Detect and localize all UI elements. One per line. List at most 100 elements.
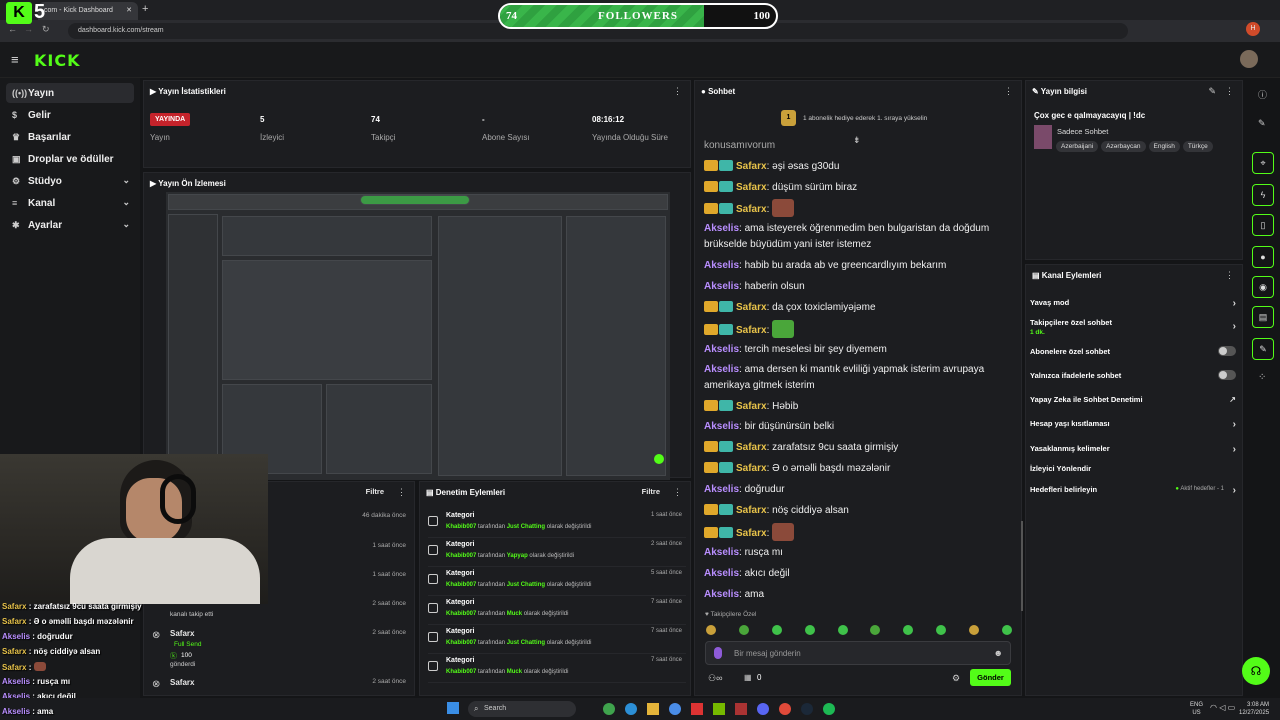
chrome-icon[interactable] [669,703,681,715]
emote-icon[interactable] [804,625,815,635]
spotify-icon[interactable] [823,703,835,715]
moderation-filter-button[interactable]: Filtre [642,487,660,496]
emote-icon[interactable] [870,625,881,635]
ai-mod-row[interactable]: Yapay Zeka ile Sohbet Denetimi ↗ [1030,395,1236,404]
stream-preview-video[interactable] [166,192,670,480]
emoji-picker-icon[interactable]: ☻ [994,648,1003,658]
chat-username[interactable]: Akselis [704,260,739,271]
emote-icon[interactable] [969,625,979,635]
users-icon[interactable]: ⚇∞ [708,673,722,684]
emote-icon[interactable] [936,625,947,635]
more-options-icon[interactable]: ⋮ [673,487,682,498]
set-goals-row[interactable]: Hedefleri belirleyin ● Aktif hedefler - 1… [1030,485,1236,496]
kick-logo[interactable]: KICK [34,51,81,70]
app-icon[interactable] [625,703,637,715]
discord-icon[interactable] [757,703,769,715]
viewer-redirect-row[interactable]: İzleyici Yönlendir [1030,464,1236,473]
more-options-icon[interactable]: ⋮ [1225,86,1234,97]
nvidia-icon[interactable] [713,703,725,715]
pencil-icon[interactable]: ✎ [1258,118,1266,129]
rail-button-2[interactable]: ϟ [1252,184,1274,206]
emote-icon[interactable] [1001,625,1012,635]
help-chat-icon[interactable]: ☊ [1242,657,1270,685]
chat-username[interactable]: Safarx [736,401,767,412]
chat-input[interactable]: Bir mesaj gönderin ☻ [705,641,1011,665]
chat-username[interactable]: Akselis [704,589,739,600]
new-tab-button[interactable]: + [142,3,148,15]
chat-username[interactable]: Akselis [704,223,739,234]
profile-avatar-icon[interactable]: H [1246,22,1260,36]
app-icon[interactable] [603,703,615,715]
emote-icon[interactable] [903,625,914,635]
apps-icon[interactable]: ⁘ [1258,372,1266,383]
chat-username[interactable]: Akselis [704,568,739,579]
sidebar-item-yayin[interactable]: ((•)) Yayın [6,83,134,103]
chat-username[interactable]: Safarx [736,442,767,453]
microphone-icon[interactable] [714,647,722,659]
obs-icon[interactable] [779,703,791,715]
chat-username[interactable]: Safarx [736,182,767,193]
chat-scrollbar[interactable] [1021,521,1023,611]
emote-icon[interactable] [837,625,848,635]
chat-username[interactable]: Akselis [704,344,739,355]
chat-username[interactable]: Safarx [736,302,767,313]
sidebar-item-droplar[interactable]: ▣ Droplar ve ödüller [6,149,134,169]
hamburger-menu-icon[interactable]: ≡ [11,52,19,67]
activity-filter-button[interactable]: Filtre [366,487,384,496]
chat-username[interactable]: Safarx [736,325,767,336]
more-options-icon[interactable]: ⋮ [673,86,682,97]
chat-username[interactable]: Safarx [736,463,767,474]
chat-username[interactable]: Safarx [736,505,767,516]
banned-words-row[interactable]: Yasaklanmış kelimeler › [1030,444,1236,455]
rail-button-4[interactable]: ● [1252,246,1274,268]
clock[interactable]: 3:08 AM 12/27/2025 [1239,701,1269,717]
back-icon[interactable]: ← [8,24,17,34]
chat-username[interactable]: Akselis [704,547,739,558]
reload-icon[interactable]: ↻ [42,24,50,35]
taskbar-search[interactable]: ⌕ Search [468,701,576,717]
rail-button-1[interactable]: ⌖ [1252,152,1274,174]
chat-username[interactable]: Akselis [704,421,739,432]
emote-icon[interactable] [771,625,782,635]
emote-icon[interactable] [738,625,749,635]
rail-button-5[interactable]: ◉ [1252,276,1274,298]
windows-start-icon[interactable] [447,702,459,714]
more-options-icon[interactable]: ⋮ [1004,86,1013,97]
app-icon[interactable] [735,703,747,715]
chat-username[interactable]: Safarx [736,161,767,172]
chat-username[interactable]: Akselis [704,484,739,495]
edit-icon[interactable]: ✎ [1208,86,1216,97]
chat-username[interactable]: Akselis [704,281,739,292]
browser-tab[interactable]: com - Kick Dashboard ✕ [38,2,138,20]
forward-icon[interactable]: → [24,24,33,34]
info-icon[interactable]: ⓘ [1258,88,1267,101]
rail-button-6[interactable]: ▤ [1252,306,1274,328]
chat-username[interactable]: Safarx [736,528,767,539]
sidebar-item-basarilar[interactable]: ♛ Başarılar [6,127,134,147]
emote-icon[interactable] [706,625,716,635]
age-restrict-row[interactable]: Hesap yaşı kısıtlaması › [1030,419,1236,430]
chat-username[interactable]: Safarx [736,204,767,215]
language-indicator[interactable]: ENG US [1190,701,1203,717]
chat-username[interactable]: Akselis [704,364,739,375]
sidebar-item-gelir[interactable]: $ Gelir [6,105,134,125]
subs-chat-toggle[interactable] [1218,346,1236,356]
sidebar-item-studyo[interactable]: ⚙ Stüdyo ⌄ [6,171,134,191]
app-icon[interactable] [691,703,703,715]
emote-chat-toggle[interactable] [1218,370,1236,380]
user-avatar[interactable] [1240,50,1258,68]
sidebar-item-ayarlar[interactable]: ✱ Ayarlar ⌄ [6,215,134,235]
chat-settings-icon[interactable]: ⚙ [952,673,960,684]
sidebar-item-kanal[interactable]: ≡ Kanal ⌄ [6,193,134,213]
wifi-volume-icons[interactable]: ◠ ◁ ▭ [1210,703,1235,712]
slow-mode-row[interactable]: Yavaş mod › [1030,298,1236,309]
folder-icon[interactable] [647,703,659,715]
more-options-icon[interactable]: ⋮ [1225,270,1234,281]
send-button[interactable]: Gönder [970,669,1011,686]
close-tab-icon[interactable]: ✕ [126,6,132,14]
more-options-icon[interactable]: ⋮ [397,487,406,498]
rail-button-7[interactable]: ✎ [1252,338,1274,360]
steam-icon[interactable] [801,703,813,715]
followers-chat-row[interactable]: Takipçilere özel sohbet 1 dk. › [1030,318,1236,336]
rail-button-3[interactable]: ▯ [1252,214,1274,236]
